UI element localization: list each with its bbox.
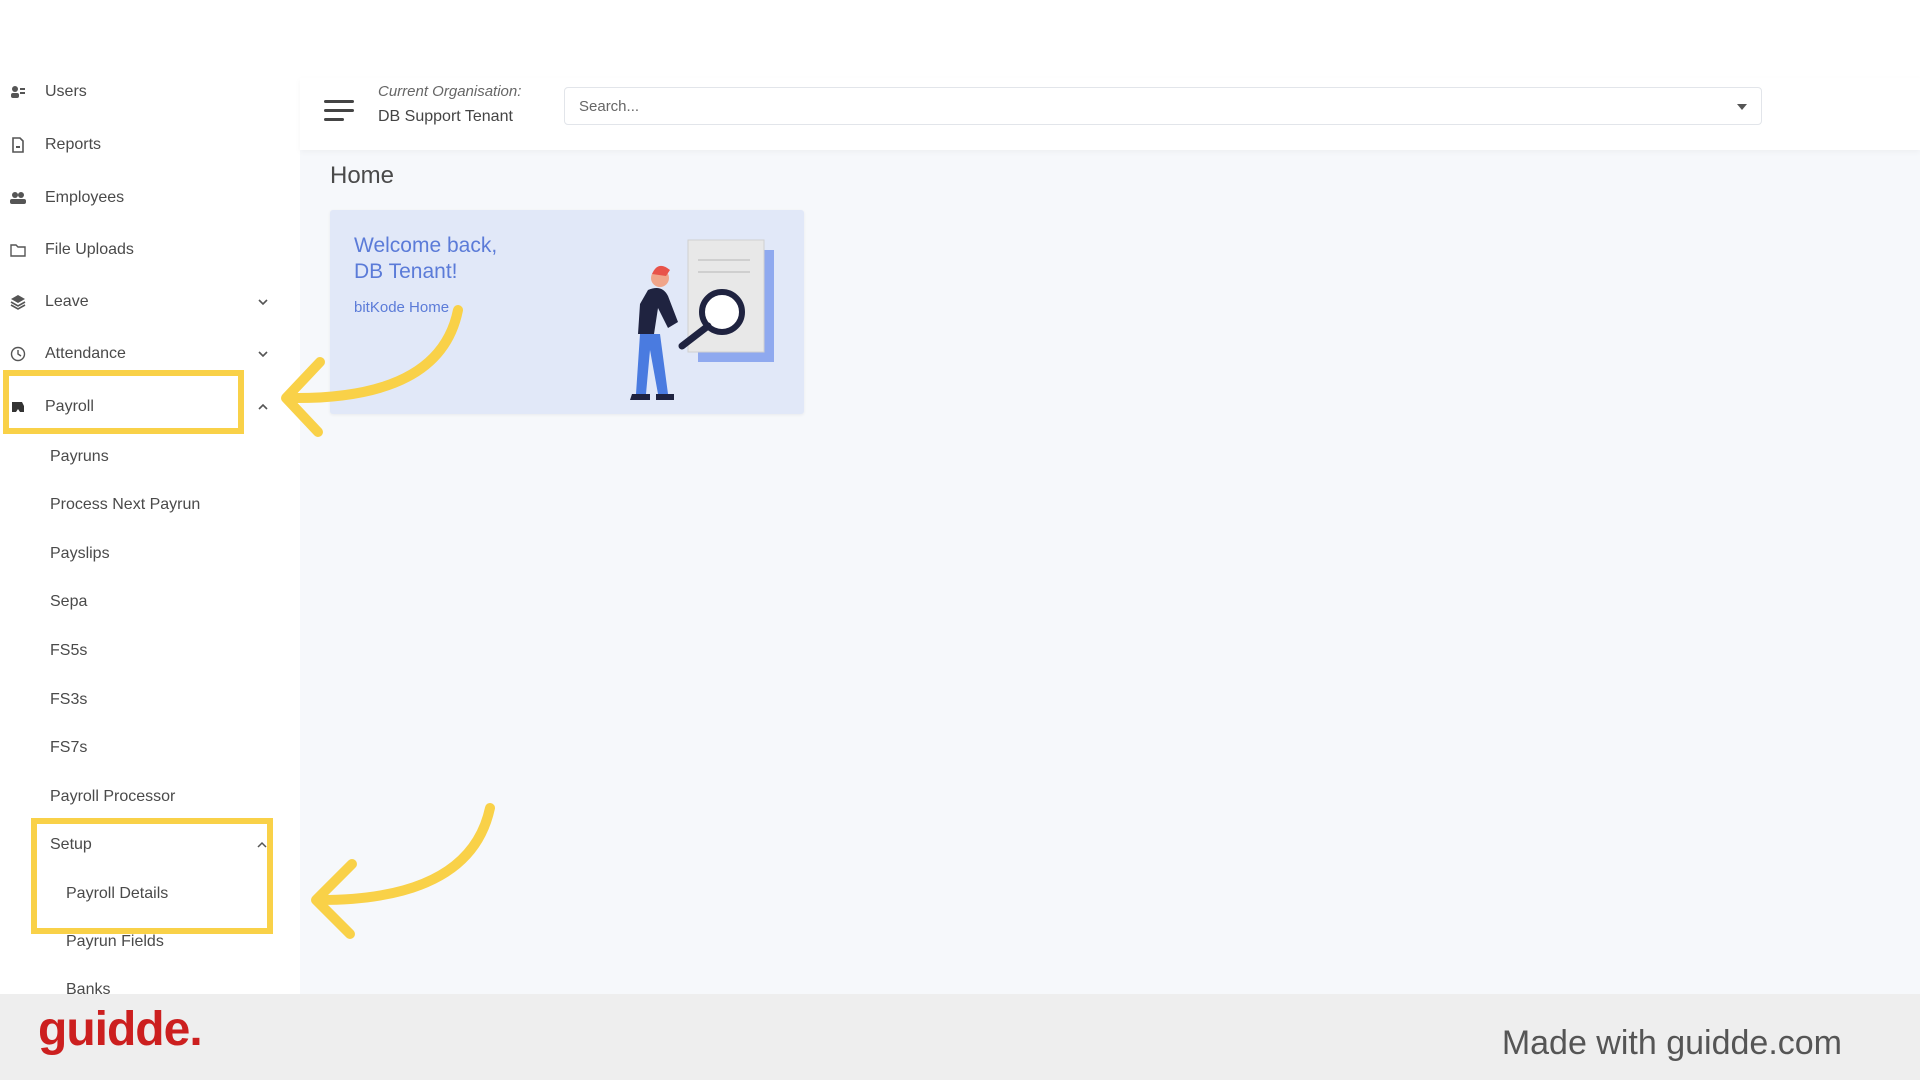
- welcome-line-1: Welcome back,: [354, 234, 498, 257]
- sidebar-item-label: Attendance: [45, 345, 126, 362]
- page-title: Home: [330, 162, 395, 189]
- menu-icon[interactable]: [324, 94, 356, 126]
- search-select[interactable]: Search...: [564, 87, 1762, 125]
- sidebar-item-label: Reports: [45, 136, 102, 153]
- highlight-box-payroll-details: [31, 818, 273, 934]
- users-icon: [9, 83, 27, 101]
- sidebar-subitem-process-next-payrun[interactable]: Process Next Payrun: [50, 490, 200, 520]
- search-illustration: [630, 239, 774, 400]
- sidebar-item-file-uploads[interactable]: File Uploads: [0, 230, 280, 270]
- sidebar-subitem-payruns[interactable]: Payruns: [50, 442, 109, 472]
- highlight-box-payroll: [3, 370, 244, 434]
- sidebar-item-reports[interactable]: Reports: [0, 125, 280, 165]
- chevron-down-icon: [258, 351, 268, 358]
- sidebar-subitem-fs7s[interactable]: FS7s: [50, 733, 87, 763]
- sidebar-subitem-fs3s[interactable]: FS3s: [50, 685, 87, 715]
- chevron-up-icon: [258, 403, 268, 410]
- sidebar-item-users[interactable]: Users: [0, 72, 280, 112]
- welcome-line-2: DB Tenant!: [354, 260, 458, 283]
- sidebar-subitem-payroll-processor[interactable]: Payroll Processor: [50, 782, 175, 812]
- layers-icon: [9, 293, 27, 311]
- sidebar-item-leave[interactable]: Leave: [0, 282, 280, 322]
- made-with-text: Made with guidde.com: [1501, 1024, 1842, 1062]
- arrow-icon: [281, 305, 463, 437]
- current-organisation-name: DB Support Tenant: [378, 108, 513, 125]
- arrow-icon: [311, 803, 495, 939]
- chevron-down-icon: [258, 299, 268, 306]
- footer: guidde. Made with guidde.com: [0, 994, 1920, 1080]
- employees-icon: [9, 189, 27, 207]
- sidebar-item-label: File Uploads: [45, 241, 134, 258]
- sidebar-item-label: Users: [45, 83, 87, 100]
- clock-icon: [9, 345, 27, 363]
- folder-icon: [9, 241, 27, 259]
- sidebar-subitem-banks[interactable]: Banks: [66, 975, 110, 994]
- sidebar-subitem-fs5s[interactable]: FS5s: [50, 636, 87, 666]
- search-placeholder: Search...: [579, 98, 640, 115]
- sidebar-subitem-payslips[interactable]: Payslips: [50, 539, 110, 569]
- current-organisation-label: Current Organisation:: [378, 83, 522, 100]
- main-content: Current Organisation: DB Support Tenant …: [300, 78, 1920, 994]
- sidebar-item-label: Employees: [45, 189, 125, 206]
- report-icon: [9, 136, 27, 154]
- sidebar-item-employees[interactable]: Employees: [0, 178, 280, 218]
- sidebar-item-attendance[interactable]: Attendance: [0, 334, 280, 374]
- sidebar-subitem-sepa[interactable]: Sepa: [50, 587, 87, 617]
- sidebar-item-label: Leave: [45, 293, 89, 310]
- top-bar: Current Organisation: DB Support Tenant …: [300, 78, 1920, 150]
- caret-down-icon: [1737, 104, 1747, 110]
- guidde-logo: guidde.: [38, 1003, 203, 1056]
